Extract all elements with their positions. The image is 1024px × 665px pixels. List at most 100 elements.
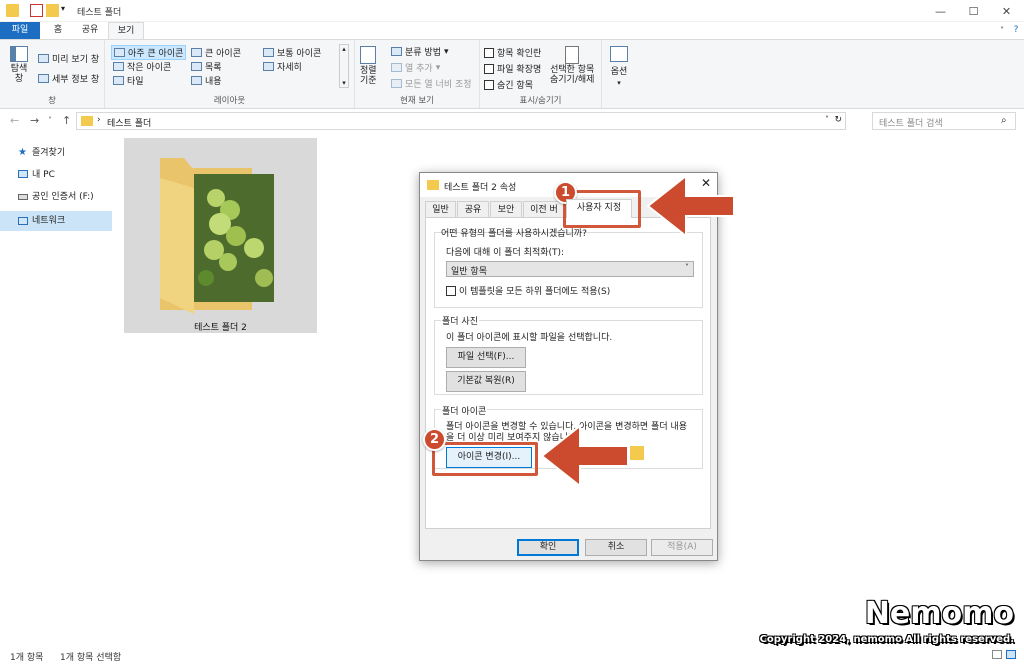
- expand-ribbon-icon[interactable]: ˅: [995, 22, 1009, 39]
- dropdown-arrow-icon: ▾: [617, 79, 621, 87]
- sort-icon: [360, 46, 377, 64]
- button-highlight-box: [432, 442, 538, 476]
- arrow-left-icon: [540, 423, 629, 489]
- choose-file-button[interactable]: 파일 선택(F)...: [446, 347, 526, 368]
- folder-photo-desc: 이 폴더 아이콘에 표시할 파일을 선택합니다.: [446, 333, 613, 343]
- watermark-copyright: Copyright 2024, nemomo All rights reserv…: [759, 634, 1014, 645]
- apply-button[interactable]: 적용(A): [651, 539, 713, 556]
- title-bar: ▾ 테스트 폴더 — ☐ ✕: [0, 0, 1024, 22]
- details-view-icon[interactable]: [992, 650, 1002, 659]
- folder-icon: [81, 116, 93, 126]
- scroll-up-icon[interactable]: ▴: [342, 45, 346, 53]
- options-button[interactable]: 옵션 ▾: [610, 46, 628, 87]
- file-extensions-toggle[interactable]: 파일 확장명: [484, 62, 541, 75]
- nav-item-quick-access[interactable]: ★ 즐겨찾기: [0, 144, 112, 162]
- optimize-select[interactable]: 일반 항목 ˅: [446, 261, 694, 277]
- cancel-button[interactable]: 취소: [585, 539, 647, 556]
- tab-general[interactable]: 일반: [425, 201, 456, 218]
- nav-item-network[interactable]: 네트워크: [0, 211, 112, 231]
- dropdown-arrow-icon: ▾: [443, 46, 449, 57]
- nav-pane-button[interactable]: 탐색 창: [10, 46, 28, 84]
- add-columns-button[interactable]: 열 추가 ▾: [391, 61, 440, 74]
- close-button[interactable]: ✕: [990, 0, 1023, 22]
- folder-icon[interactable]: [6, 4, 19, 17]
- current-view-group-label: 현재 보기: [400, 96, 434, 106]
- scroll-down-icon[interactable]: ▾: [342, 79, 346, 87]
- sort-by-button[interactable]: 정렬 기준: [360, 46, 377, 86]
- up-icon[interactable]: ↑: [62, 114, 71, 127]
- checkbox[interactable]: [446, 285, 456, 296]
- minimize-button[interactable]: —: [924, 0, 957, 22]
- layout-small[interactable]: 작은 아이콘: [113, 60, 171, 73]
- tab-view[interactable]: 보기: [108, 22, 144, 39]
- breadcrumb[interactable]: 테스트 폴더: [107, 116, 151, 129]
- layout-medium[interactable]: 보통 아이콘: [263, 46, 321, 59]
- folder-item[interactable]: 테스트 폴더 2: [124, 138, 317, 333]
- search-icon[interactable]: ⌕: [1001, 115, 1007, 126]
- group-by-button[interactable]: 분류 방법 ▾: [391, 45, 449, 58]
- address-bar-row: ← → ˅ ↑ › 테스트 폴더 ˅ ↻ 테스트 폴더 검색 ⌕: [0, 109, 1024, 133]
- maximize-button[interactable]: ☐: [957, 0, 990, 22]
- layout-list[interactable]: 목록: [191, 60, 222, 73]
- properties-icon[interactable]: [30, 4, 43, 17]
- help-icon[interactable]: ?: [1010, 22, 1022, 39]
- nav-pane-icon: [10, 46, 28, 62]
- folder-name: 테스트 폴더 2: [194, 323, 247, 333]
- list-icon: [191, 62, 202, 71]
- dropdown-arrow-icon: ▾: [435, 62, 441, 73]
- forward-icon[interactable]: →: [30, 114, 39, 127]
- panes-group-label: 창: [48, 96, 56, 106]
- tab-share[interactable]: 공유: [74, 22, 106, 39]
- layout-large[interactable]: 큰 아이콘: [191, 46, 241, 59]
- checkbox[interactable]: [484, 47, 494, 58]
- back-icon[interactable]: ←: [10, 114, 19, 127]
- item-checkboxes-toggle[interactable]: 항목 확인란: [484, 46, 541, 59]
- computer-icon: [18, 170, 28, 178]
- search-input[interactable]: 테스트 폴더 검색: [872, 112, 1016, 130]
- ribbon-tabs: 파일 홈 공유 보기 ˅ ?: [0, 22, 1024, 39]
- selected-count: 1개 항목 선택함: [60, 653, 122, 663]
- tab-file[interactable]: 파일: [0, 22, 40, 39]
- apply-subfolders-checkbox[interactable]: 이 템플릿을 모든 하위 폴더에도 적용(S): [446, 284, 610, 297]
- tab-home[interactable]: 홈: [44, 22, 72, 39]
- layout-tiles[interactable]: 타일: [113, 74, 144, 87]
- nav-item-this-pc[interactable]: 내 PC: [0, 166, 112, 184]
- checkbox[interactable]: [484, 63, 494, 74]
- checkbox[interactable]: [484, 79, 494, 90]
- layout-details[interactable]: 자세히: [263, 60, 302, 73]
- layout-extra-large[interactable]: 아주 큰 아이콘: [111, 45, 187, 60]
- breadcrumb-chevron-icon[interactable]: ›: [97, 115, 101, 125]
- layout-group-label: 레이아웃: [213, 96, 246, 106]
- current-view-group: 정렬 기준 분류 방법 ▾ 열 추가 ▾ 모든 열 너비 조정 현재 보기: [355, 40, 480, 108]
- details-pane-button[interactable]: 세부 정보 창: [38, 72, 99, 85]
- star-icon: ★: [18, 147, 27, 158]
- tab-sharing[interactable]: 공유: [457, 201, 489, 218]
- tab-security[interactable]: 보안: [490, 201, 522, 218]
- hidden-items-toggle[interactable]: 숨긴 항목: [484, 78, 533, 91]
- tab-previous-versions[interactable]: 이전 버: [523, 201, 565, 218]
- network-icon: [18, 217, 28, 225]
- tab-customize[interactable]: 사용자 지정: [566, 199, 632, 218]
- recent-locations-icon[interactable]: ˅: [48, 116, 52, 125]
- medium-icons-icon: [263, 48, 274, 57]
- restore-default-button[interactable]: 기본값 복원(R): [446, 371, 526, 392]
- customize-quick-access-icon[interactable]: ▾: [61, 4, 69, 17]
- step-badge-2: 2: [423, 428, 446, 451]
- hide-selected-button[interactable]: 선택한 항목 숨기기/해제: [550, 46, 594, 85]
- nav-item-drive-f[interactable]: 공인 인증서 (F:): [0, 188, 112, 206]
- refresh-icon[interactable]: ↻: [834, 115, 842, 125]
- address-field[interactable]: › 테스트 폴더 ˅ ↻: [76, 112, 846, 130]
- hide-selected-icon: [565, 46, 580, 64]
- layout-content[interactable]: 내용: [191, 74, 222, 87]
- new-folder-icon[interactable]: [46, 4, 59, 17]
- address-dropdown-icon[interactable]: ˅: [825, 115, 829, 124]
- layout-scroll[interactable]: ▴ ▾: [339, 44, 349, 88]
- fit-columns-button[interactable]: 모든 열 너비 조정: [391, 77, 472, 90]
- navigation-pane: ★ 즐겨찾기 내 PC 공인 인증서 (F:) 네트워크: [0, 133, 113, 645]
- item-count: 1개 항목: [10, 653, 44, 663]
- preview-pane-button[interactable]: 미리 보기 창: [38, 52, 99, 65]
- large-icons-view-icon[interactable]: [1006, 650, 1016, 659]
- panes-group: 탐색 창 미리 보기 창 세부 정보 창 창: [0, 40, 105, 108]
- ok-button[interactable]: 확인: [517, 539, 579, 556]
- window-title: 테스트 폴더: [77, 8, 122, 18]
